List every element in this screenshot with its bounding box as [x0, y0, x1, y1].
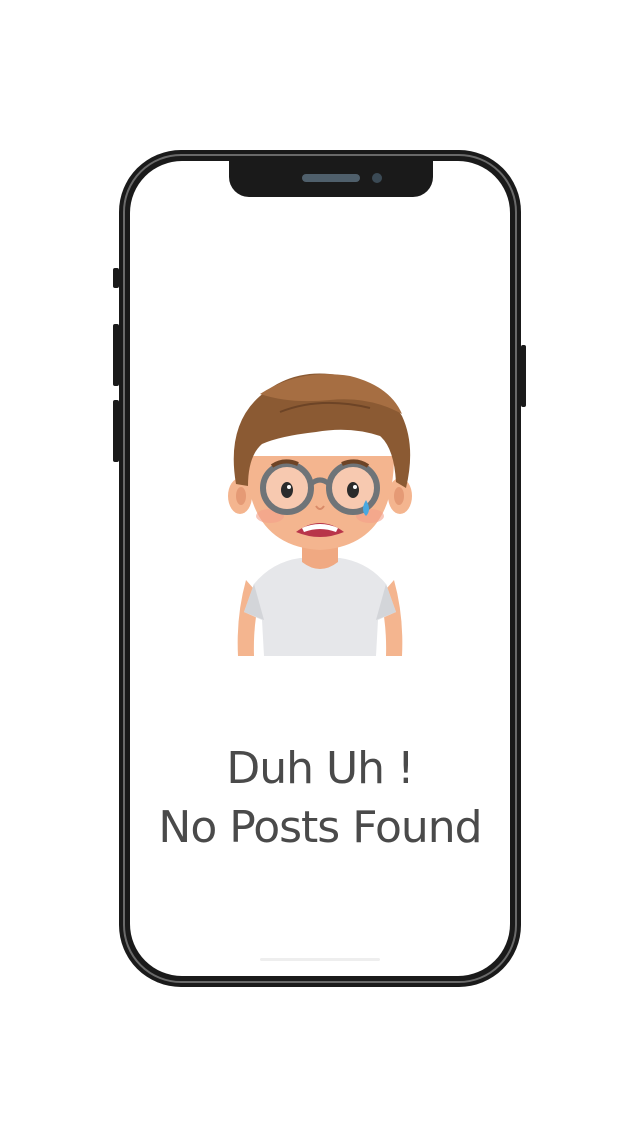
volume-up-button [113, 324, 119, 386]
front-camera [372, 173, 382, 183]
volume-down-button [113, 400, 119, 462]
empty-state-title: Duh Uh ! [226, 743, 414, 794]
phone-screen: Duh Uh ! No Posts Found [130, 161, 510, 976]
speaker-grille [302, 174, 360, 182]
power-button [521, 345, 526, 407]
home-indicator[interactable] [260, 958, 380, 961]
phone-notch [229, 161, 433, 197]
empty-state-message: No Posts Found [158, 802, 482, 853]
silent-switch [113, 268, 119, 288]
crying-boy-illustration [228, 373, 412, 656]
phone-frame: Duh Uh ! No Posts Found [119, 150, 521, 987]
